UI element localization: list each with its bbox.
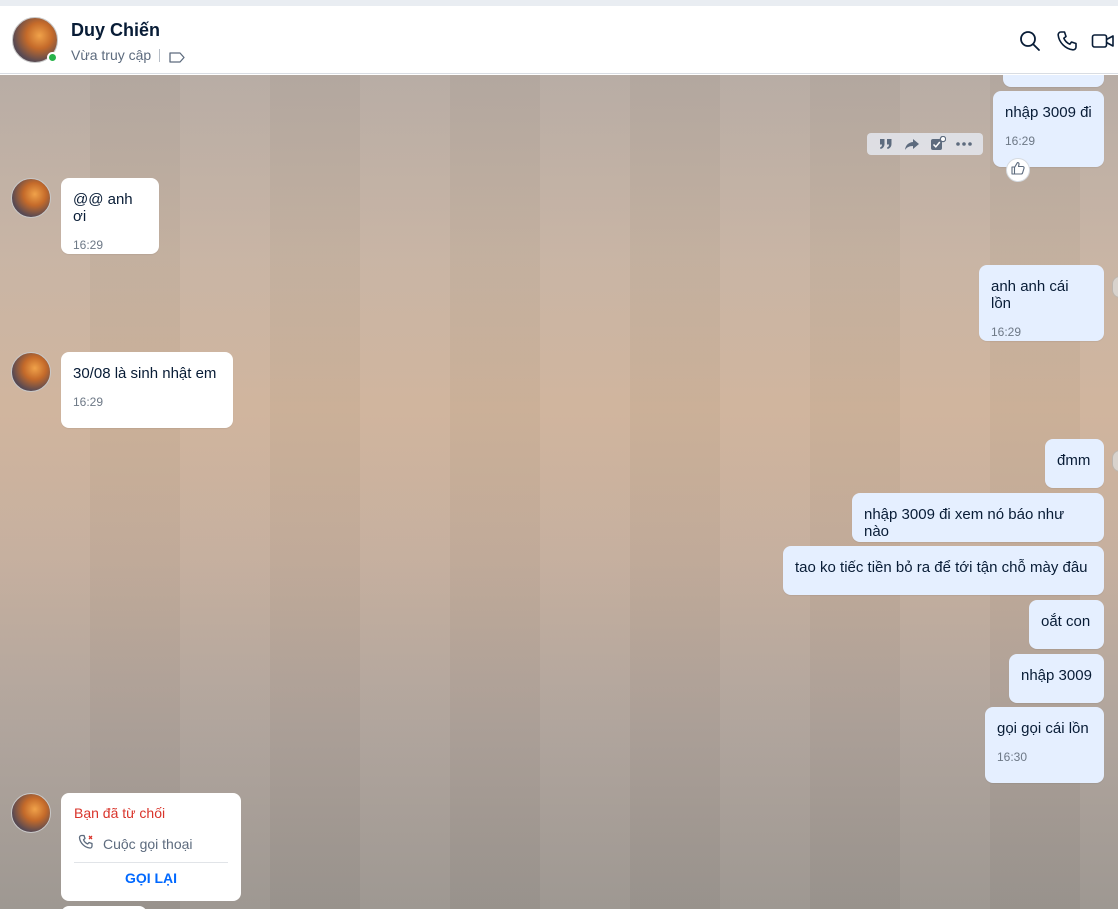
quote-icon[interactable]	[877, 135, 895, 153]
forward-icon[interactable]	[903, 135, 921, 153]
last-seen-status: Vừa truy cập	[71, 47, 152, 63]
message-text: 30/08 là sinh nhật em	[73, 365, 217, 382]
message-text: @@ anh ơi	[73, 191, 133, 225]
video-call-icon[interactable]	[1091, 30, 1114, 52]
message-bubble[interactable]: đmm	[1045, 439, 1104, 488]
sender-avatar[interactable]	[11, 352, 51, 392]
message-text: nhập 3009	[1021, 667, 1092, 684]
status-divider	[159, 48, 161, 62]
label-tag-icon[interactable]	[169, 50, 185, 63]
more-icon[interactable]	[955, 135, 973, 153]
message-bubble[interactable]: nhập 3009 đi 16:29	[993, 91, 1104, 167]
add-task-icon[interactable]	[929, 135, 947, 153]
message-text: gọi gọi cái lồn	[997, 720, 1089, 737]
message-time: 16:30	[997, 750, 1028, 764]
message-time: 16:29	[1005, 134, 1036, 148]
message-time: 16:29	[73, 395, 104, 409]
message-time: 16:29	[73, 238, 104, 252]
call-status: Bạn đã từ chối	[74, 805, 166, 821]
message-time: 16:29	[991, 325, 1022, 339]
call-type-label: Cuộc gọi thoại	[103, 835, 193, 852]
message-text: tao ko tiếc tiền bỏ ra để tới tận chỗ mà…	[795, 559, 1088, 576]
chat-header: Duy Chiến Vừa truy cập	[0, 6, 1118, 74]
message-bubble[interactable]: 30/08 là sinh nhật em 16:29	[61, 352, 233, 428]
message-text: nhập 3009 đi	[1005, 104, 1092, 121]
message-bubble[interactable]: nhập 3009	[1009, 654, 1104, 703]
like-reaction-button[interactable]	[1006, 158, 1030, 182]
message-text: đmm	[1057, 452, 1091, 469]
phone-icon[interactable]	[1056, 30, 1078, 52]
message-actions-bar	[867, 133, 983, 155]
seen-avatar	[1112, 450, 1118, 472]
message-bubble-previous[interactable]	[1003, 75, 1104, 87]
avatar-image	[11, 352, 51, 392]
contact-avatar[interactable]	[12, 17, 58, 63]
sender-avatar[interactable]	[11, 793, 51, 833]
message-bubble[interactable]: tao ko tiếc tiền bỏ ra để tới tận chỗ mà…	[783, 546, 1104, 595]
message-bubble[interactable]: anh anh cái lồn 16:29	[979, 265, 1104, 341]
avatar-image	[11, 793, 51, 833]
message-bubble[interactable]: oắt con	[1029, 600, 1104, 649]
search-icon[interactable]	[1019, 30, 1041, 52]
contact-status-line: Vừa truy cập	[71, 47, 185, 63]
online-status-dot	[47, 52, 58, 63]
call-type-row: Cuộc gọi thoại	[78, 834, 193, 853]
call-back-button[interactable]: GỌI LẠI	[61, 870, 241, 886]
message-bubble[interactable]: gọi gọi cái lồn 16:30	[985, 707, 1104, 783]
contact-name[interactable]: Duy Chiến	[71, 20, 160, 41]
sender-avatar[interactable]	[11, 178, 51, 218]
message-list[interactable]: nhập 3009 đi 16:29 @@ anh ơi 16:29 anh a…	[0, 75, 1118, 909]
message-text: oắt con	[1041, 613, 1091, 630]
thumbs-up-icon	[1011, 161, 1025, 180]
message-bubble[interactable]: nhập 3009 đi xem nó báo như nào	[852, 493, 1104, 542]
avatar-image	[11, 178, 51, 218]
message-text: nhập 3009 đi xem nó báo như nào	[864, 506, 1065, 540]
card-divider	[74, 862, 228, 863]
message-bubble[interactable]: @@ anh ơi 16:29	[61, 178, 159, 254]
call-log-card: Bạn đã từ chối Cuộc gọi thoại GỌI LẠI	[61, 793, 241, 901]
seen-avatar	[1112, 276, 1118, 298]
missed-call-icon	[78, 834, 103, 853]
message-text: anh anh cái lồn	[991, 278, 1069, 312]
